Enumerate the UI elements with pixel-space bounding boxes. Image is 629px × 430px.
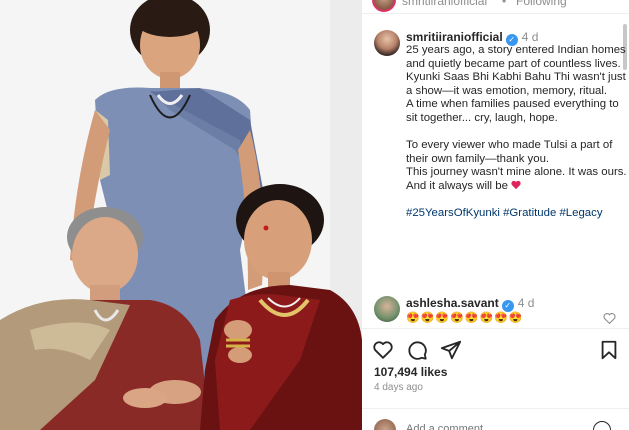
caption-line: 25 years ago, a story entered Indian hom… [406, 44, 626, 70]
caption-line: And it always will be [406, 179, 508, 192]
caption-line: Kyunki Saas Bhi Kabhi Bahu Thi wasn't ju… [406, 71, 626, 97]
post-timestamp: 4 days ago [374, 382, 423, 393]
comment-username[interactable]: ashlesha.savant [406, 296, 499, 310]
caption-line: To every viewer who made Tulsi a part of… [406, 139, 613, 165]
caption-hashtags[interactable]: #25YearsOfKyunki #Gratitude #Legacy [406, 207, 628, 221]
header-avatar[interactable] [372, 0, 396, 12]
bookmark-icon[interactable] [598, 339, 620, 361]
caption-username[interactable]: smritiiraniofficial [406, 30, 503, 44]
post-image-illustration [0, 0, 362, 430]
header-separator: • [502, 0, 507, 8]
comment-text: 😍😍😍😍😍😍😍😍 [406, 312, 524, 324]
comment-like-heart-icon[interactable] [603, 312, 616, 324]
caption-last-line: And it always will be [406, 180, 628, 194]
current-user-avatar [374, 419, 396, 430]
emoji-icon[interactable] [593, 421, 611, 430]
header-username[interactable]: smritiiraniofficial [402, 0, 487, 8]
add-comment-input[interactable] [406, 423, 548, 430]
comment-item: ashlesha.savant ✓ 4 d 😍😍😍😍😍😍😍😍 [374, 296, 624, 328]
post-header: smritiiraniofficial • Following [362, 0, 629, 14]
likes-count[interactable]: 107,494 likes [374, 365, 447, 379]
heart-icon[interactable] [372, 339, 394, 361]
caption-line: A time when families paused everything t… [406, 98, 619, 124]
post-side-panel: smritiiraniofficial • Following smritiir… [362, 0, 629, 430]
following-button[interactable]: Following [516, 0, 567, 8]
post-photo[interactable] [0, 0, 362, 430]
add-comment-row [362, 408, 629, 430]
comment-avatar[interactable] [374, 296, 400, 322]
comment-time[interactable]: 4 d [518, 296, 535, 310]
comment-header: ashlesha.savant ✓ 4 d [406, 296, 534, 312]
caption-time[interactable]: 4 d [522, 30, 539, 44]
comment-icon[interactable] [406, 339, 428, 361]
red-heart-icon [511, 181, 521, 190]
share-icon[interactable] [440, 339, 462, 361]
caption-line: This journey wasn't mine alone. It was o… [406, 166, 627, 179]
caption-text: 25 years ago, a story entered Indian hom… [406, 44, 628, 221]
caption-avatar[interactable] [374, 30, 400, 56]
